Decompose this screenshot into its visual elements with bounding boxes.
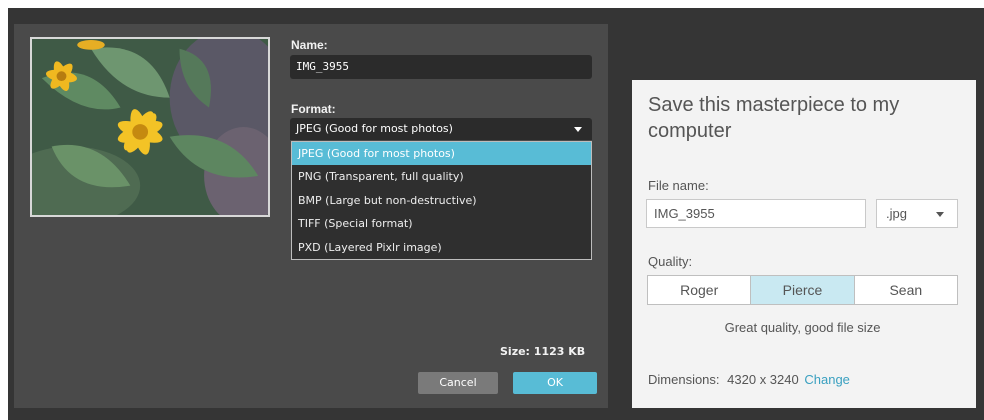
format-select-value: JPEG (Good for most photos) xyxy=(296,122,453,135)
ok-button[interactable]: OK xyxy=(513,372,597,394)
change-dimensions-link[interactable]: Change xyxy=(804,372,850,387)
quality-option-roger[interactable]: Roger xyxy=(648,276,750,304)
flower-photo xyxy=(32,39,268,215)
file-name-input[interactable]: IMG_3955 xyxy=(646,199,866,228)
file-name-label: File name: xyxy=(648,178,709,193)
dimensions-row: Dimensions: 4320 x 3240 Change xyxy=(648,372,850,387)
format-dropdown-menu: JPEG (Good for most photos) PNG (Transpa… xyxy=(291,141,592,260)
quality-option-sean[interactable]: Sean xyxy=(853,276,957,304)
format-option-bmp[interactable]: BMP (Large but non-destructive) xyxy=(292,189,591,212)
name-label: Name: xyxy=(291,38,328,52)
quality-segmented-control: Roger Pierce Sean xyxy=(647,275,958,305)
quality-option-pierce[interactable]: Pierce xyxy=(750,276,854,304)
dimensions-label: Dimensions: xyxy=(648,372,720,387)
format-option-pxd[interactable]: PXD (Layered Pixlr image) xyxy=(292,236,591,259)
file-size-label: Size: 1123 KB xyxy=(500,345,586,358)
save-dialog: Save this masterpiece to my computer Fil… xyxy=(632,80,976,408)
quality-description: Great quality, good file size xyxy=(724,320,881,335)
chevron-down-icon xyxy=(936,212,944,217)
format-select[interactable]: JPEG (Good for most photos) xyxy=(290,118,592,140)
chevron-down-icon xyxy=(574,127,582,132)
format-label: Format: xyxy=(291,102,336,116)
quality-label: Quality: xyxy=(648,254,693,269)
extension-value: .jpg xyxy=(886,206,907,221)
extension-select[interactable]: .jpg xyxy=(876,199,958,228)
image-preview xyxy=(30,37,270,217)
cancel-button[interactable]: Cancel xyxy=(418,372,498,394)
format-option-jpeg[interactable]: JPEG (Good for most photos) xyxy=(292,142,591,166)
format-option-tiff[interactable]: TIFF (Special format) xyxy=(292,212,591,235)
dimensions-value: 4320 x 3240 xyxy=(727,372,799,387)
save-dialog-title: Save this masterpiece to my computer xyxy=(648,94,900,142)
name-input[interactable]: IMG_3955 xyxy=(290,55,592,79)
format-option-png[interactable]: PNG (Transparent, full quality) xyxy=(292,165,591,188)
